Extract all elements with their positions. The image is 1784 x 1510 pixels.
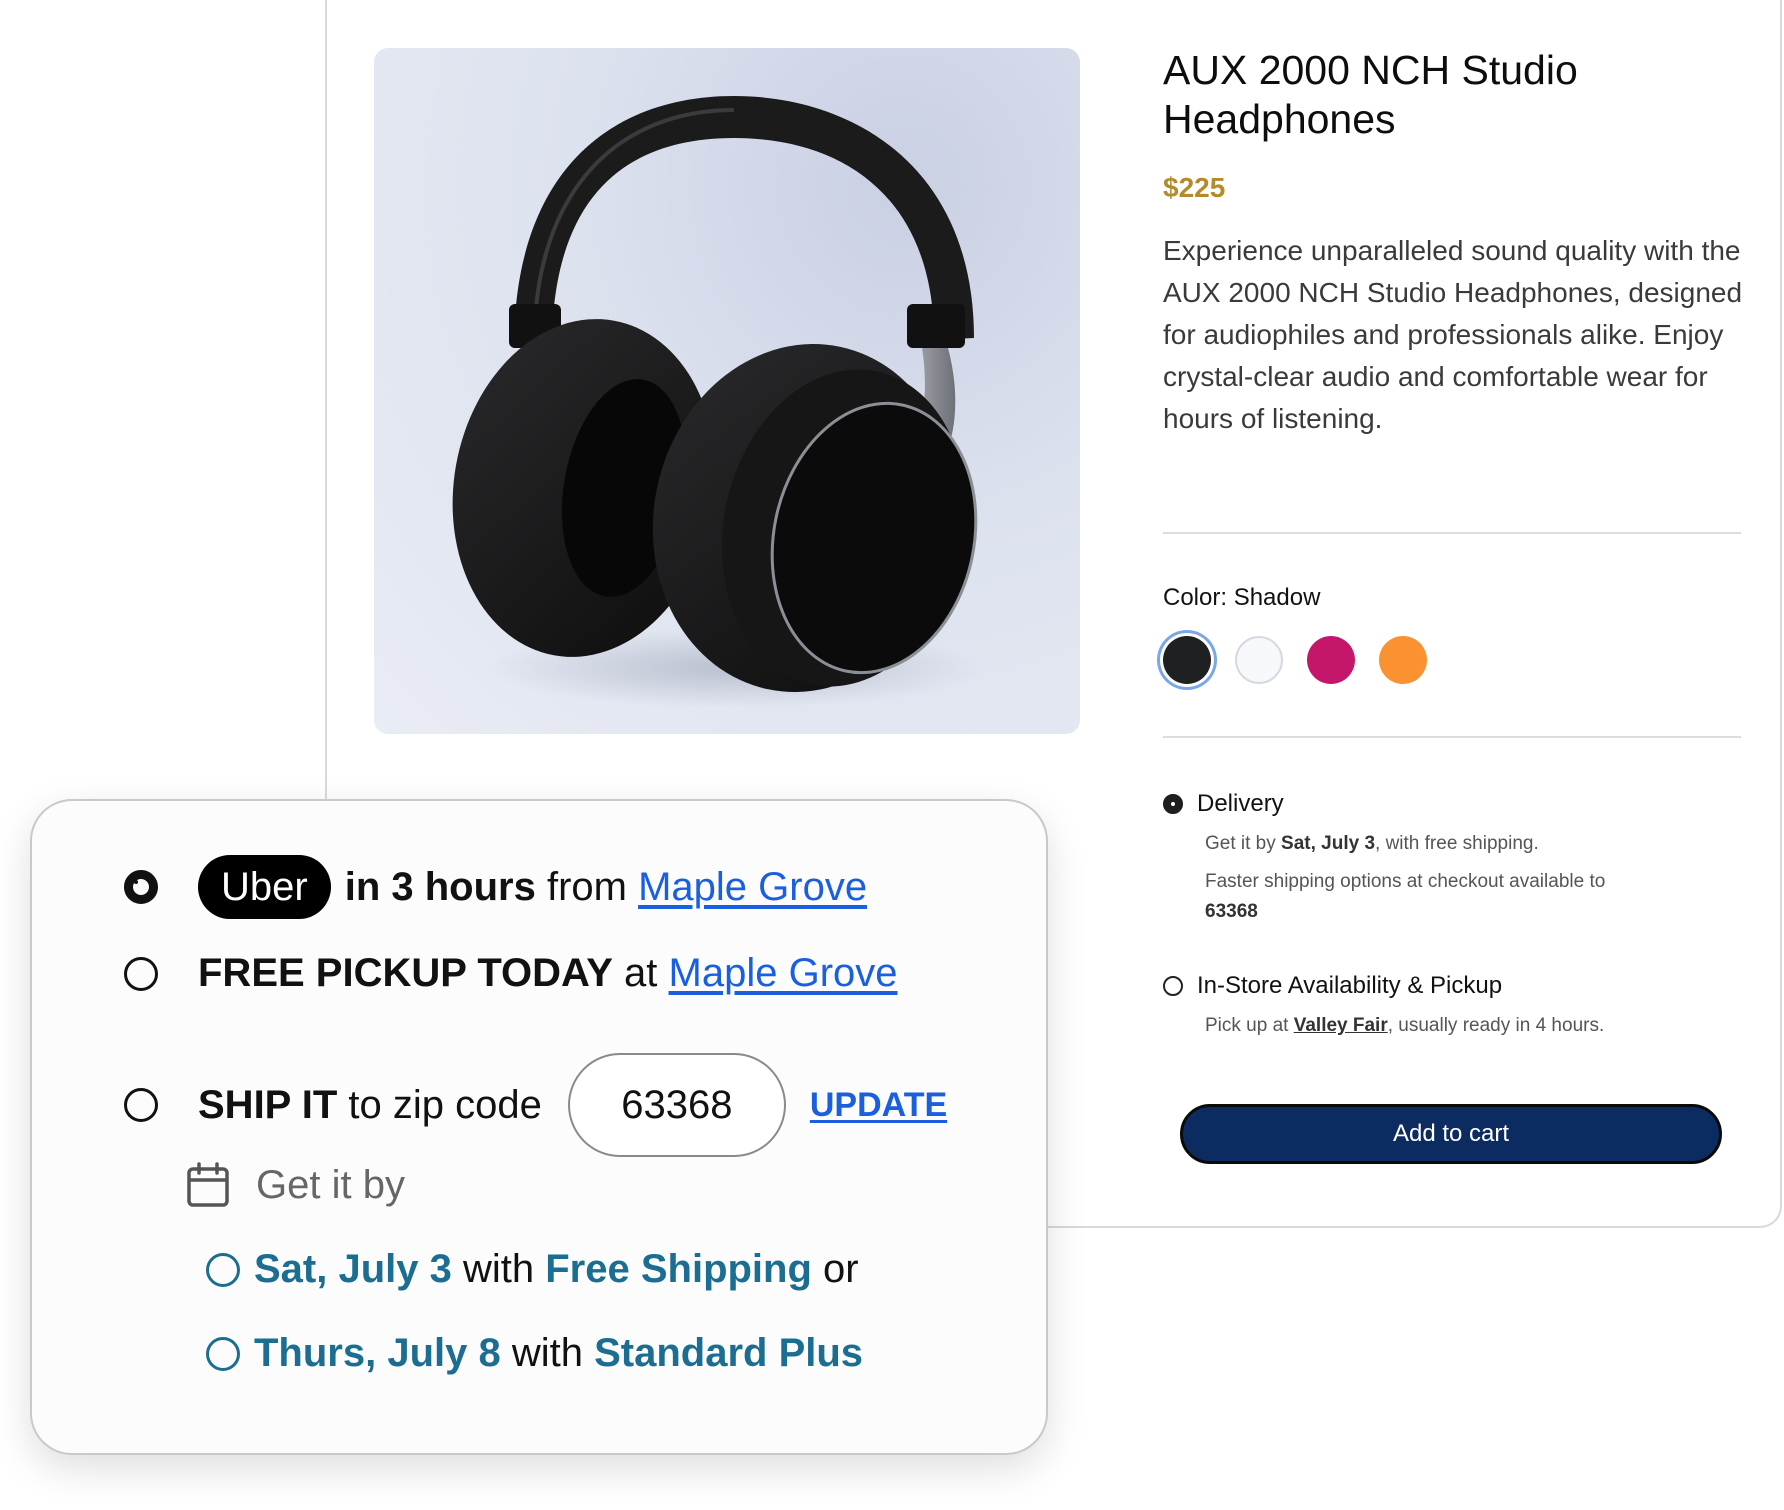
uber-radio[interactable] bbox=[124, 870, 158, 904]
delivery-zip: 63368 bbox=[1205, 901, 1258, 922]
uber-time: in 3 hours bbox=[344, 864, 536, 909]
product-description: Experience unparalleled sound quality wi… bbox=[1163, 235, 1743, 434]
calendar-icon bbox=[187, 1162, 229, 1207]
pickup-prefix: Pick up at bbox=[1205, 1015, 1294, 1036]
product-price: $225 bbox=[1163, 172, 1226, 203]
pickup-label: In-Store Availability & Pickup bbox=[1197, 972, 1503, 999]
pickup-today-text: FREE PICKUP TODAY at Maple Grove bbox=[198, 951, 898, 996]
uber-from: from bbox=[535, 864, 639, 909]
delivery-suffix: , with free shipping. bbox=[1375, 833, 1539, 854]
uber-option[interactable]: Uber in 3 hours from Maple Grove bbox=[124, 855, 867, 919]
pickup-store-link[interactable]: Valley Fair bbox=[1294, 1015, 1388, 1036]
ship-date-with: with bbox=[500, 1331, 595, 1375]
pickup-today-radio[interactable] bbox=[124, 956, 158, 991]
divider bbox=[1163, 532, 1741, 534]
ship-it-option[interactable]: SHIP IT to zip code UPDATE bbox=[124, 1053, 947, 1157]
pickup-details: Pick up at Valley Fair, usually ready in… bbox=[1205, 1011, 1735, 1041]
pickup-radio[interactable] bbox=[1163, 976, 1183, 996]
pickup-option[interactable]: In-Store Availability & Pickup bbox=[1163, 972, 1502, 1000]
ship-date-radio[interactable] bbox=[206, 1252, 240, 1287]
add-to-cart-button[interactable]: Add to cart bbox=[1180, 1104, 1722, 1164]
free-pickup-option[interactable]: FREE PICKUP TODAY at Maple Grove bbox=[124, 951, 898, 996]
delivery-faster: Faster shipping options at checkout avai… bbox=[1205, 871, 1606, 892]
ship-date-with: with bbox=[451, 1247, 546, 1291]
update-zip-link[interactable]: UPDATE bbox=[810, 1086, 947, 1125]
swatch-shadow[interactable] bbox=[1163, 636, 1211, 684]
color-swatches bbox=[1163, 636, 1427, 684]
delivery-radio[interactable] bbox=[1163, 794, 1183, 814]
ship-it-text: SHIP IT to zip code bbox=[198, 1083, 542, 1128]
delivery-details: Get it by Sat, July 3, with free shippin… bbox=[1205, 829, 1735, 927]
ship-it-rest: to zip code bbox=[337, 1082, 542, 1127]
ship-date-option[interactable]: Sat, July 3 with Free Shipping or bbox=[206, 1247, 859, 1292]
swatch-white[interactable] bbox=[1235, 636, 1283, 684]
pickup-store-link[interactable]: Maple Grove bbox=[669, 951, 898, 995]
uber-text: in 3 hours from Maple Grove bbox=[345, 865, 867, 910]
divider bbox=[1163, 736, 1741, 738]
ship-date-radio[interactable] bbox=[206, 1336, 240, 1371]
swatch-magenta[interactable] bbox=[1307, 636, 1355, 684]
ship-date-option[interactable]: Thurs, July 8 with Standard Plus bbox=[206, 1331, 863, 1376]
ship-it-bold: SHIP IT bbox=[198, 1082, 338, 1127]
shipping-options-card: Uber in 3 hours from Maple Grove FREE PI… bbox=[30, 799, 1048, 1455]
get-it-by-label: Get it by bbox=[256, 1162, 405, 1207]
delivery-prefix: Get it by bbox=[1205, 833, 1282, 854]
color-label: Color: Shadow bbox=[1163, 584, 1321, 611]
ship-method: Standard Plus bbox=[594, 1331, 864, 1375]
swatch-orange[interactable] bbox=[1379, 636, 1427, 684]
ship-method: Free Shipping bbox=[545, 1247, 812, 1291]
product-image bbox=[374, 48, 1080, 734]
uber-logo: Uber bbox=[198, 855, 331, 919]
ship-date-text: Thurs, July 8 with Standard Plus bbox=[254, 1331, 863, 1376]
uber-store-link[interactable]: Maple Grove bbox=[638, 865, 867, 909]
product-info: AUX 2000 NCH Studio Headphones $225 Expe… bbox=[1163, 46, 1743, 440]
product-title: AUX 2000 NCH Studio Headphones bbox=[1163, 47, 1578, 142]
ship-date-text: Sat, July 3 with Free Shipping or bbox=[254, 1247, 859, 1292]
headphones-illustration bbox=[452, 96, 984, 708]
delivery-label: Delivery bbox=[1197, 790, 1284, 817]
ship-date: Thurs, July 8 bbox=[254, 1331, 501, 1375]
ship-it-radio[interactable] bbox=[124, 1088, 158, 1122]
pickup-suffix: , usually ready in 4 hours. bbox=[1387, 1015, 1605, 1036]
pickup-today-bold: FREE PICKUP TODAY bbox=[198, 951, 613, 995]
delivery-option[interactable]: Delivery bbox=[1163, 790, 1284, 818]
zip-code-input[interactable] bbox=[567, 1053, 786, 1157]
ship-date: Sat, July 3 bbox=[254, 1247, 452, 1291]
delivery-date: Sat, July 3 bbox=[1281, 833, 1376, 854]
get-it-by: Get it by bbox=[186, 1162, 405, 1208]
pickup-at: at bbox=[612, 951, 669, 995]
ship-date-tail: or bbox=[811, 1247, 859, 1291]
